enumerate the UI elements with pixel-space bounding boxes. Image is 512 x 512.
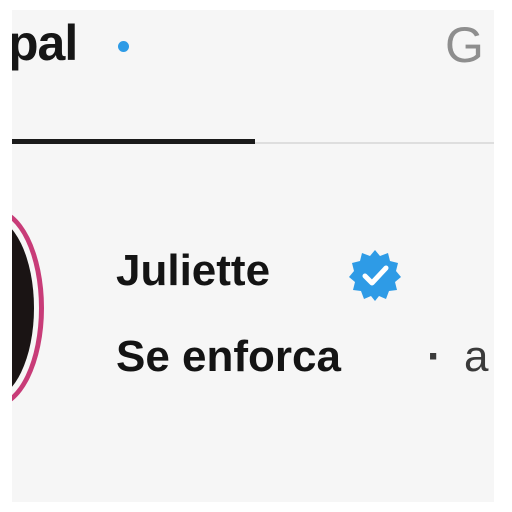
screenshot-frame: pal G Juliette Se enforca · a [0,0,512,512]
active-tab-indicator [12,139,255,144]
message-time: a [464,332,489,381]
tab-primary-label: pal [12,15,78,71]
separator-dot: · [427,332,442,381]
message-preview: Se enforca [116,332,341,381]
unread-dot-icon [118,41,129,52]
verified-badge-icon [349,250,401,301]
contact-name: Juliette [116,246,271,295]
inbox-screen: pal G Juliette Se enforca · a [12,10,494,502]
tab-general-label: G [445,17,484,73]
tab-divider [255,142,494,144]
